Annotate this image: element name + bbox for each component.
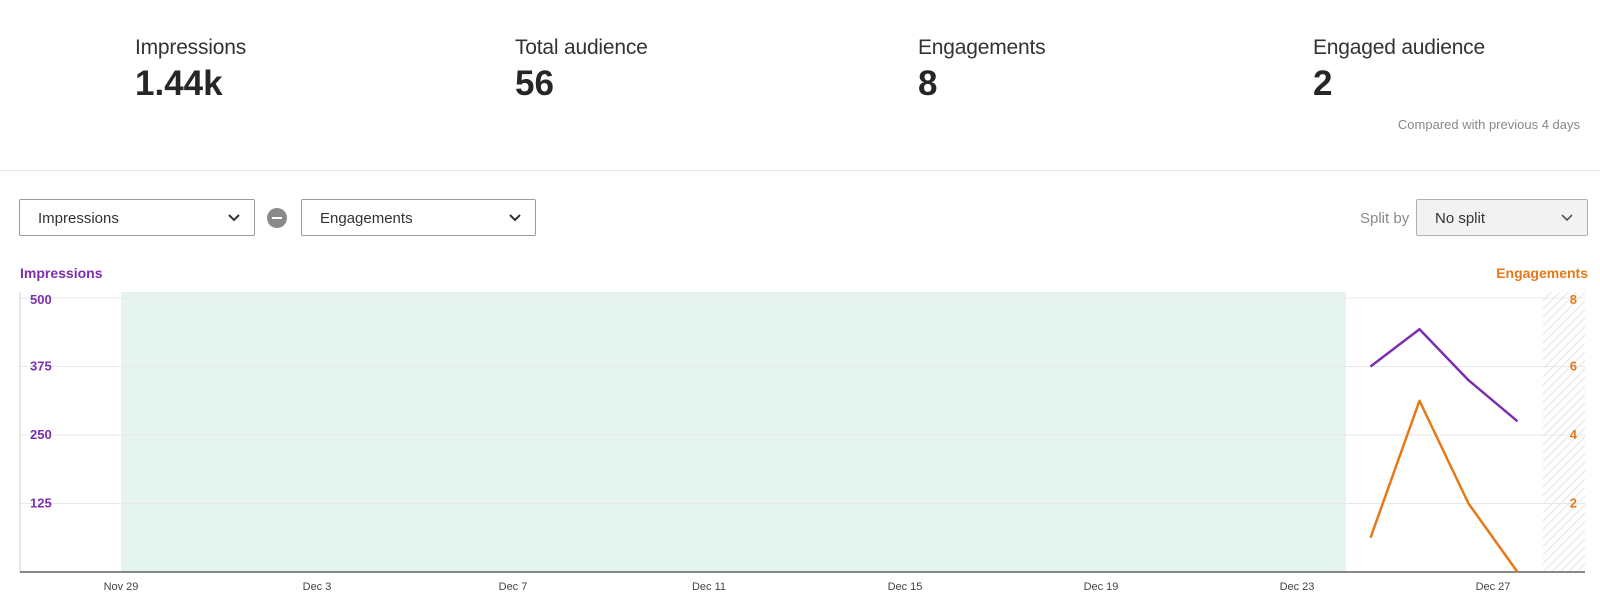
left-axis-tick: 250	[30, 427, 52, 442]
x-axis-tick: Dec 27	[1476, 581, 1511, 593]
right-axis-tick: 6	[1570, 359, 1577, 374]
chevron-down-icon	[1561, 214, 1573, 222]
x-axis-tick: Dec 19	[1084, 581, 1119, 593]
x-axis-tick: Dec 15	[888, 581, 923, 593]
incomplete-period-area	[1543, 292, 1585, 572]
stat-value: 1.44k	[135, 64, 223, 103]
x-axis-tick: Dec 11	[692, 581, 726, 593]
stat-label: Impressions	[135, 36, 247, 59]
x-axis-tick: Dec 3	[303, 581, 332, 593]
summary-stats: Impressions 1.44k Total audience 56 Enga…	[0, 0, 1600, 171]
stat-value: 56	[515, 64, 554, 103]
metric2-dropdown[interactable]: Engagements	[301, 199, 536, 236]
x-axis-tick: Dec 23	[1280, 581, 1315, 593]
right-axis-tick: 4	[1570, 427, 1578, 442]
left-axis-tick: 375	[30, 359, 52, 374]
metric1-label: Impressions	[38, 210, 119, 227]
stat-value: 2	[1313, 64, 1333, 103]
highlight-band	[121, 292, 1346, 572]
metric2-label: Engagements	[320, 210, 413, 227]
stat-engagements: Engagements 8	[918, 36, 1046, 104]
stat-label: Total audience	[515, 36, 648, 59]
stat-engaged-audience: Engaged audience 2	[1313, 36, 1485, 104]
right-axis-tick: 8	[1570, 292, 1577, 307]
left-axis-tick: 500	[30, 292, 52, 307]
left-axis-tick: 125	[30, 496, 52, 511]
impressions-line	[1369, 327, 1519, 423]
right-axis-title: Engagements	[1496, 265, 1588, 281]
right-axis-tick: 2	[1570, 496, 1577, 511]
x-axis-tick: Nov 29	[104, 581, 139, 593]
stat-value: 8	[918, 64, 938, 103]
stat-total-audience: Total audience 56	[515, 36, 648, 104]
left-axis-title: Impressions	[20, 265, 103, 281]
comparison-note: Compared with previous 4 days	[1397, 117, 1580, 132]
stat-label: Engaged audience	[1313, 36, 1485, 59]
metric1-dropdown[interactable]: Impressions	[19, 199, 255, 236]
x-axis-tick: Dec 7	[499, 581, 528, 593]
stat-label: Engagements	[918, 36, 1046, 59]
split-dropdown[interactable]: No split	[1416, 199, 1588, 236]
chevron-down-icon	[509, 214, 521, 222]
split-by-label: Split by	[1360, 210, 1410, 227]
stat-impressions: Impressions 1.44k	[135, 36, 246, 104]
engagements-line	[1369, 399, 1519, 573]
chevron-down-icon	[228, 214, 240, 222]
remove-metric-icon[interactable]	[267, 208, 287, 228]
chart-controls: Impressions Engagements Split by No spli…	[0, 199, 1600, 239]
split-value: No split	[1435, 210, 1486, 227]
impressions-engagements-chart: 500 375 250 125 8 6 4 2 Nov 29 Dec 3 Dec 7 Dec 11 De…	[19, 292, 1585, 593]
